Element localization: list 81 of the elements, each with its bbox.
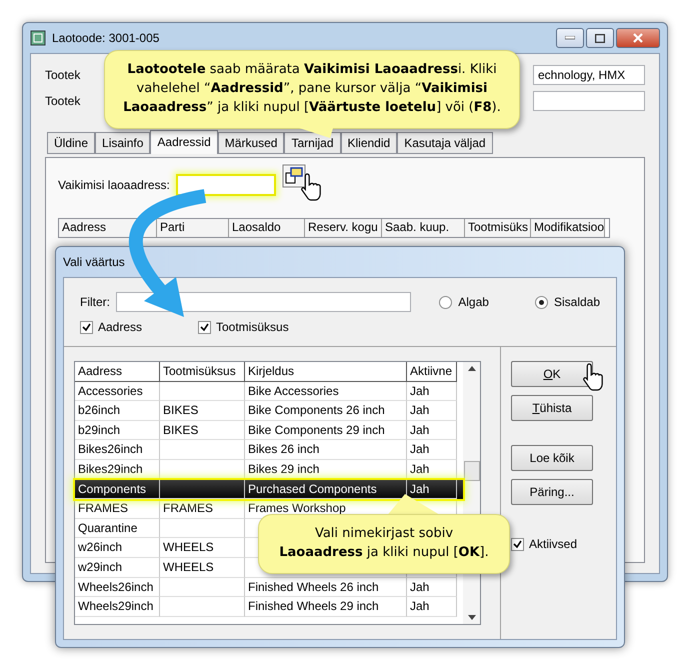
column-header: Tootmisüksus xyxy=(160,362,245,382)
value-list-icon[interactable] xyxy=(282,164,306,188)
text-field[interactable]: echnology, HMX xyxy=(533,65,645,85)
table-cell: Jah xyxy=(407,401,457,421)
radio-label: Sisaldab xyxy=(554,295,600,309)
table-cell: Jah xyxy=(407,420,457,440)
filter-field[interactable] xyxy=(116,292,412,312)
tab[interactable]: Aadressid xyxy=(150,130,218,154)
table-cell: FRAMES xyxy=(160,499,245,519)
radio-button[interactable] xyxy=(439,296,452,308)
column-header: Saab. kuup. xyxy=(382,219,465,237)
tab[interactable]: Tarnijad xyxy=(284,132,340,154)
address-field[interactable] xyxy=(176,174,276,196)
column-header: Tootmisüks xyxy=(465,219,531,237)
table-cell: Bike Components 29 inch xyxy=(245,420,407,440)
filter-label: Filter: xyxy=(80,295,110,309)
column-header: Modifikatsioo xyxy=(531,219,605,237)
table-cell: Bikes 26 inch xyxy=(245,440,407,460)
table-cell: FRAMES xyxy=(75,499,160,519)
scroll-up-icon[interactable] xyxy=(468,366,476,371)
table-cell: Wheels26inch xyxy=(75,578,160,598)
table-cell: Finished Wheels 29 inch xyxy=(245,597,407,617)
table-cell: Wheels29inch xyxy=(75,597,160,617)
table-cell: Quarantine xyxy=(75,518,160,538)
table-cell: BIKES xyxy=(160,420,245,440)
column-header: Reserv. kogu xyxy=(305,219,382,237)
table-cell: w26inch xyxy=(75,538,160,558)
table-cell: BIKES xyxy=(160,401,245,421)
tab[interactable]: Kasutaja väljad xyxy=(397,132,493,154)
dialog-button[interactable]: Päring... xyxy=(511,479,593,505)
dialog-button[interactable]: Tühista xyxy=(511,395,593,421)
column-header: Parti xyxy=(157,219,229,237)
tab[interactable]: Märkused xyxy=(218,132,284,154)
field-label: Vaikimisi laoaadress: xyxy=(58,178,170,192)
scroll-thumb[interactable] xyxy=(464,461,480,481)
checkbox-label: Aktiivsed xyxy=(529,537,578,551)
selected-row[interactable]: Components Purchased Components Jah xyxy=(75,480,463,500)
table-cell: w29inch xyxy=(75,558,160,578)
table-cell: WHEELS xyxy=(160,558,245,578)
tab[interactable]: Üldine xyxy=(47,132,96,154)
tab[interactable]: Kliendid xyxy=(340,132,398,154)
app-icon xyxy=(30,30,46,46)
scroll-down-icon[interactable] xyxy=(468,615,476,620)
table-cell: Components xyxy=(75,480,160,500)
dialog-button[interactable]: Loe kõik xyxy=(511,445,593,471)
column-header: Aadress xyxy=(75,362,160,382)
column-header: Aktiivne xyxy=(407,362,457,382)
table-cell: Jah xyxy=(407,578,457,598)
radio-button[interactable] xyxy=(534,296,548,308)
table-cell: Bike Accessories xyxy=(245,382,407,402)
table-cell: Bikes26inch xyxy=(75,440,160,460)
table-cell: WHEELS xyxy=(160,538,245,558)
checkbox-label: Tootmisüksus xyxy=(216,320,289,334)
dialog-button[interactable]: OK xyxy=(511,361,593,387)
radio-label: Algab xyxy=(458,295,489,309)
maximize-icon xyxy=(595,34,605,42)
checkbox[interactable] xyxy=(198,320,211,334)
maximize-button[interactable] xyxy=(586,28,614,48)
window-title: Laotoode: 3001-005 xyxy=(52,31,160,45)
table-cell: b29inch xyxy=(75,420,160,440)
table-cell: Finished Wheels 26 inch xyxy=(245,578,407,598)
table-cell: Jah xyxy=(407,382,457,402)
table-cell: Jah xyxy=(407,597,457,617)
column-header: Kirjeldus xyxy=(245,362,407,382)
checkbox[interactable] xyxy=(80,320,93,334)
close-button[interactable] xyxy=(616,28,660,48)
table-cell: Bike Components 26 inch xyxy=(245,401,407,421)
minimize-icon xyxy=(565,36,575,40)
minimize-button[interactable] xyxy=(556,28,584,48)
checkbox-label: Aadress xyxy=(98,320,142,334)
field-label: Tootek xyxy=(45,94,80,108)
text-field[interactable] xyxy=(533,91,645,111)
table-cell: Jah xyxy=(407,440,457,460)
close-icon xyxy=(633,33,643,43)
checkbox[interactable] xyxy=(511,538,524,550)
column-header: Laosaldo xyxy=(229,219,305,237)
table-cell: b26inch xyxy=(75,401,160,421)
dialog-title: Vali väärtus xyxy=(63,255,125,269)
field-label: Tootek xyxy=(45,68,80,82)
table-cell: Accessories xyxy=(75,382,160,402)
tab[interactable]: Lisainfo xyxy=(95,132,150,154)
